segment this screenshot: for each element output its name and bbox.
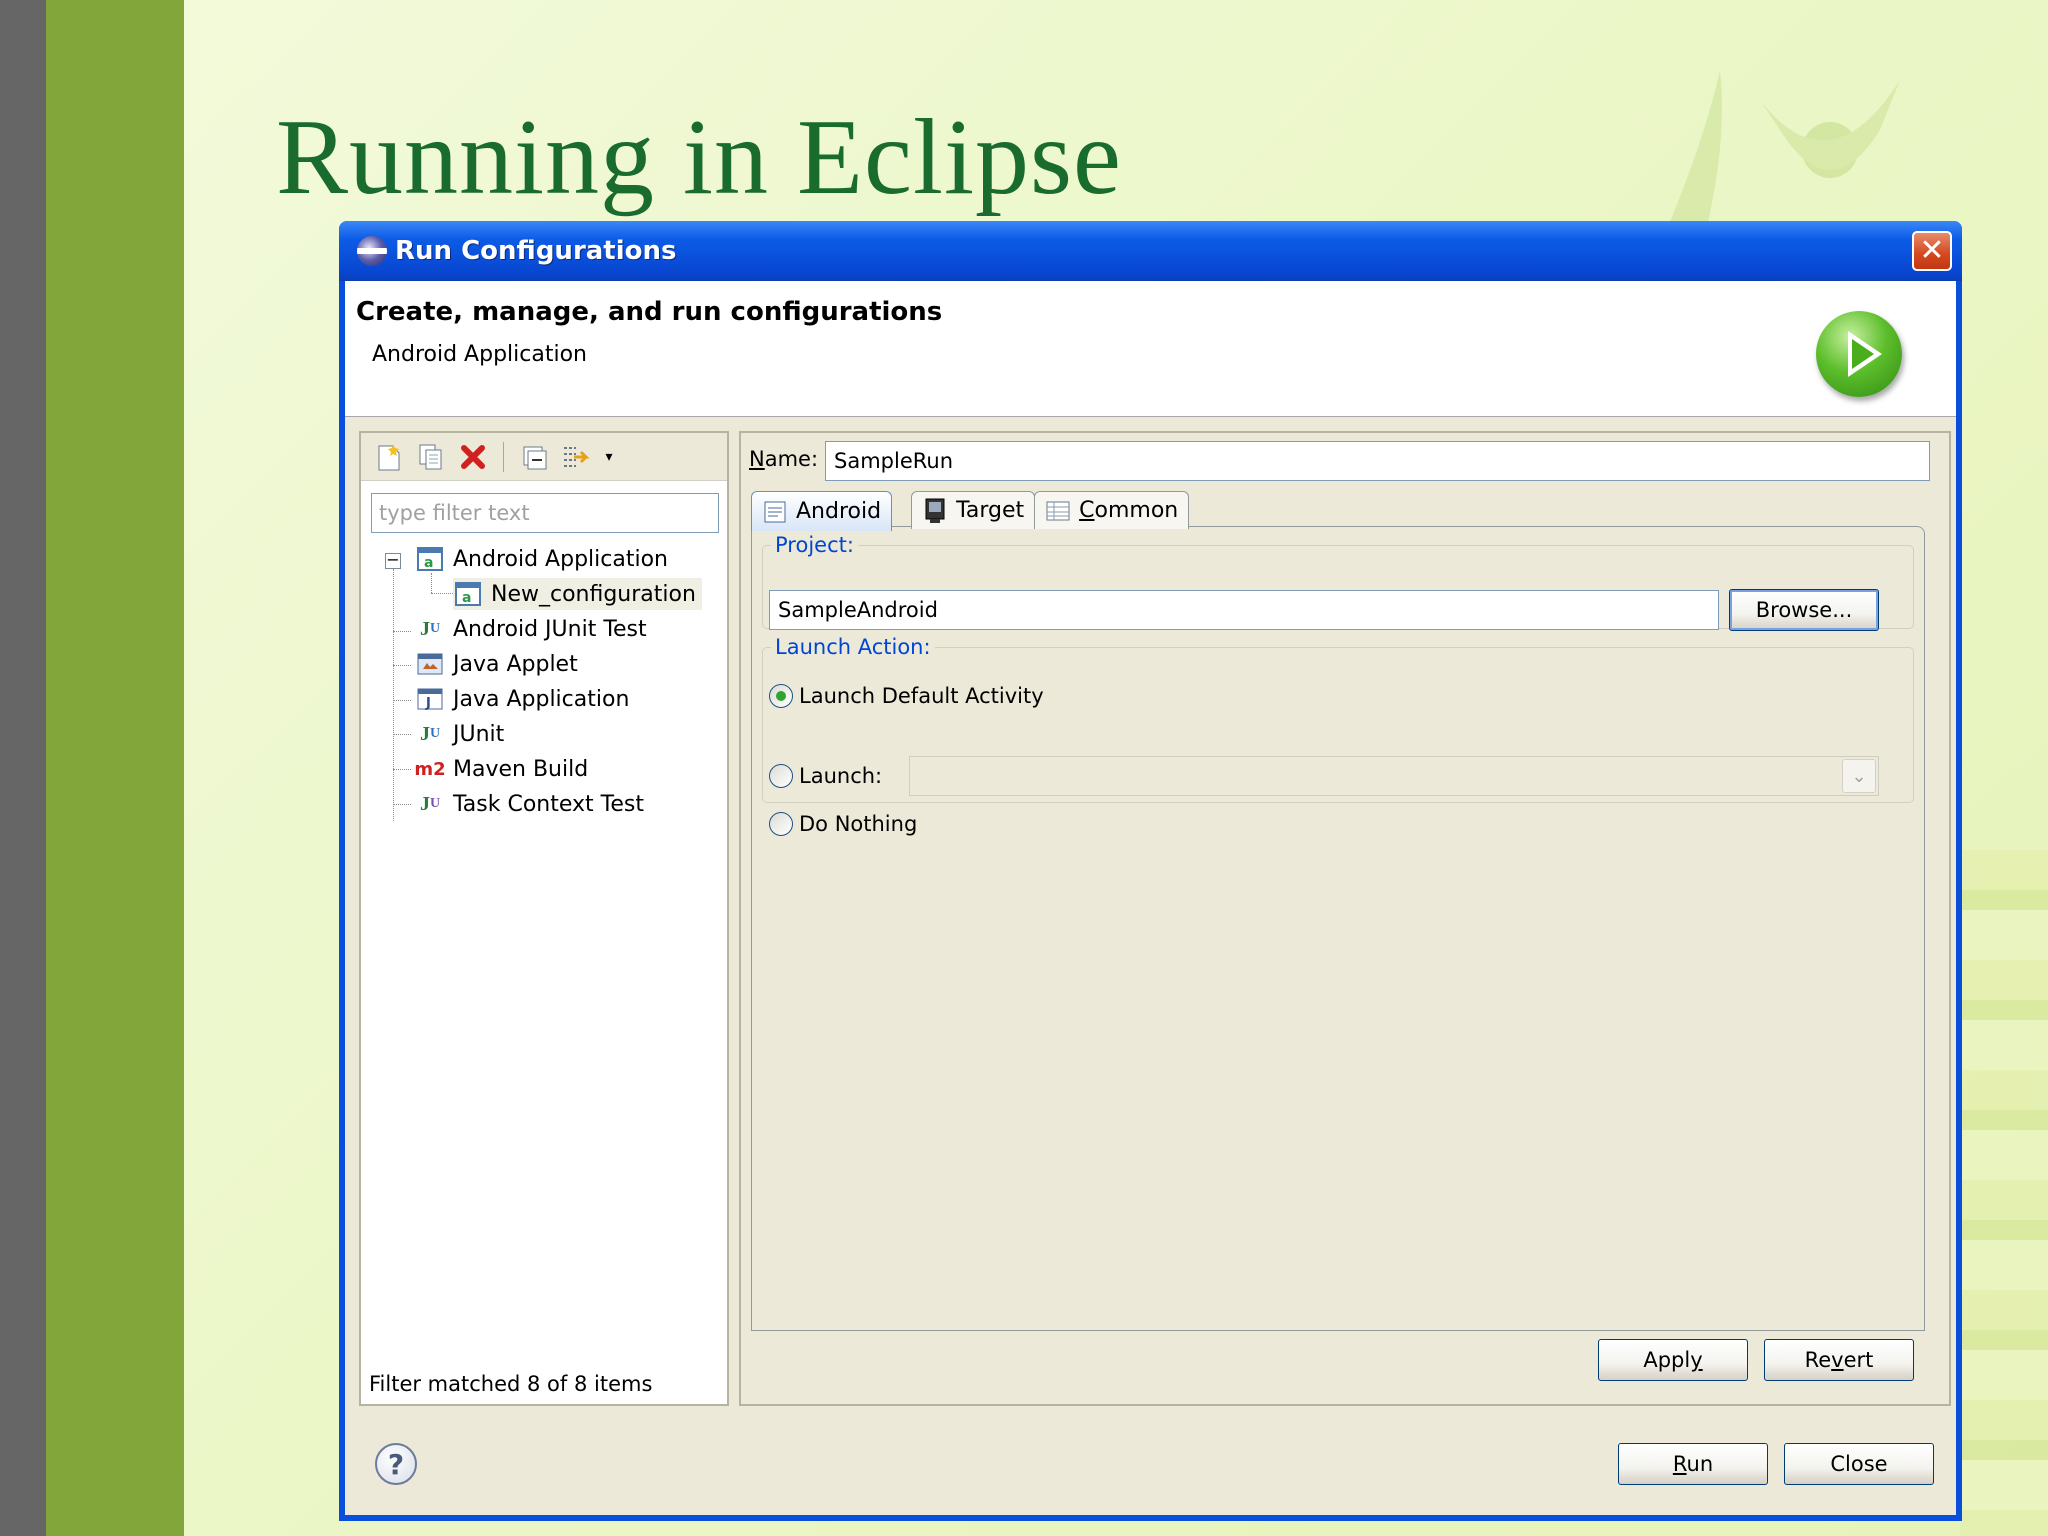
- tree-guide: [431, 573, 432, 593]
- tree-guide: [393, 700, 411, 701]
- run-button[interactable]: Run: [1618, 1443, 1768, 1485]
- tab-android[interactable]: Android: [751, 491, 893, 531]
- name-input[interactable]: [825, 441, 1930, 481]
- radio-label: Launch:: [799, 764, 883, 788]
- toolbar-separator: [503, 441, 504, 472]
- tree-item-task-context-test[interactable]: JU Task Context Test: [415, 788, 644, 820]
- tree-item-label: Java Applet: [453, 651, 578, 677]
- collapse-all-icon[interactable]: [518, 441, 550, 473]
- radio-launch-default-activity[interactable]: Launch Default Activity: [769, 680, 1044, 712]
- configuration-editor-pane: Name: Project: Launch Action: Android Ta…: [739, 431, 1951, 1406]
- project-input[interactable]: [769, 590, 1719, 630]
- project-group-label: Project:: [775, 533, 854, 557]
- help-icon[interactable]: ?: [375, 1443, 417, 1485]
- chevron-down-icon[interactable]: ⌄: [1842, 759, 1876, 793]
- close-button[interactable]: Close: [1784, 1443, 1934, 1485]
- android-tab-icon: [762, 499, 788, 525]
- banner-heading: Create, manage, and run configurations: [356, 297, 943, 327]
- svg-text:J: J: [425, 696, 431, 710]
- banner-subheading: Android Application: [372, 342, 587, 367]
- run-configurations-dialog: Run Configurations ✕ Create, manage, and…: [339, 221, 1962, 1521]
- tree-item-label: Android JUnit Test: [453, 616, 647, 642]
- radio-launch[interactable]: Launch:: [769, 760, 882, 792]
- tree-item-label: Android Application: [453, 546, 668, 572]
- run-icon: [1816, 311, 1902, 397]
- dropdown-arrow-icon[interactable]: ▾: [602, 441, 616, 473]
- tree-item-android-junit-test[interactable]: JU Android JUnit Test: [415, 613, 647, 645]
- eclipse-icon: [357, 236, 387, 266]
- collapse-toggle[interactable]: −: [385, 552, 401, 569]
- title-bar[interactable]: Run Configurations ✕: [339, 221, 1962, 281]
- filter-icon[interactable]: [560, 441, 592, 473]
- java-app-icon: J: [415, 684, 445, 714]
- slide-sidebar-green: [46, 0, 184, 1536]
- tab-common[interactable]: Common: [1034, 491, 1190, 529]
- target-tab-icon: [922, 498, 948, 524]
- new-config-icon[interactable]: [373, 441, 405, 473]
- dialog-body: Create, manage, and run configurations A…: [345, 281, 1956, 1515]
- tree-guide: [393, 665, 411, 666]
- slide-title: Running in Eclipse: [276, 98, 1122, 217]
- android-app-icon: a: [415, 544, 445, 574]
- tree-item-junit[interactable]: JU JUnit: [415, 718, 504, 750]
- radio-do-nothing[interactable]: Do Nothing: [769, 808, 917, 840]
- tab-content-panel: Project: Launch Action:: [751, 526, 1925, 1331]
- task-context-icon: JU: [419, 792, 441, 815]
- tree-item-java-application[interactable]: J Java Application: [415, 683, 629, 715]
- tree-item-label: Maven Build: [453, 756, 589, 782]
- config-toolbar: ▾: [361, 433, 727, 481]
- tree-item-label: New_configuration: [491, 581, 696, 607]
- android-junit-icon: JU: [419, 617, 441, 640]
- tree-item-new-configuration[interactable]: a New_configuration: [453, 578, 702, 610]
- common-tab-icon: [1045, 498, 1071, 524]
- header-banner: Create, manage, and run configurations A…: [345, 281, 1956, 417]
- tree-guide: [393, 569, 394, 821]
- radio-label: Do Nothing: [799, 812, 918, 836]
- tab-label: Common: [1079, 498, 1179, 523]
- radio-label: Launch Default Activity: [799, 684, 1044, 708]
- configuration-list-pane: ▾ − a Android Application a: [359, 431, 729, 1406]
- decorative-stripes: [1960, 850, 2048, 1536]
- radio-icon: [769, 812, 793, 836]
- tree-item-android-application[interactable]: a Android Application: [415, 543, 668, 575]
- slide-sidebar-gray: [0, 0, 46, 1536]
- tab-target[interactable]: Target: [911, 491, 1036, 529]
- tab-strip: Android Target Common: [751, 491, 1190, 531]
- apply-button[interactable]: Apply: [1598, 1339, 1748, 1381]
- tree-item-java-applet[interactable]: Java Applet: [415, 648, 578, 680]
- java-applet-icon: [415, 649, 445, 679]
- radio-icon: [769, 764, 793, 788]
- tab-label: Android: [796, 499, 882, 524]
- junit-icon: JU: [419, 722, 441, 745]
- maven-icon: m2: [414, 758, 446, 780]
- tree-item-label: JUnit: [453, 721, 505, 747]
- tree-item-maven-build[interactable]: m2 Maven Build: [414, 753, 589, 785]
- browse-button[interactable]: Browse...: [1729, 589, 1879, 631]
- filter-status: Filter matched 8 of 8 items: [369, 1372, 653, 1396]
- svg-text:a: a: [462, 590, 471, 606]
- tab-label: Target: [956, 498, 1025, 523]
- svg-text:a: a: [424, 555, 433, 571]
- launch-activity-select[interactable]: ⌄: [909, 756, 1879, 796]
- tree-guide: [393, 631, 411, 632]
- filter-input[interactable]: [371, 493, 719, 533]
- delete-icon[interactable]: [457, 441, 489, 473]
- duplicate-icon[interactable]: [415, 441, 447, 473]
- tree-guide: [393, 804, 411, 805]
- tree-guide: [393, 769, 411, 770]
- android-app-icon: a: [453, 579, 483, 609]
- tree-item-label: Java Application: [453, 686, 630, 712]
- tree-item-label: Task Context Test: [453, 791, 644, 817]
- radio-icon: [769, 684, 793, 708]
- name-label: Name:: [749, 447, 819, 471]
- revert-button[interactable]: Revert: [1764, 1339, 1914, 1381]
- window-title: Run Configurations: [395, 236, 677, 266]
- close-window-button[interactable]: ✕: [1912, 231, 1952, 271]
- launch-action-group-label: Launch Action:: [775, 635, 931, 659]
- tree-guide: [393, 734, 411, 735]
